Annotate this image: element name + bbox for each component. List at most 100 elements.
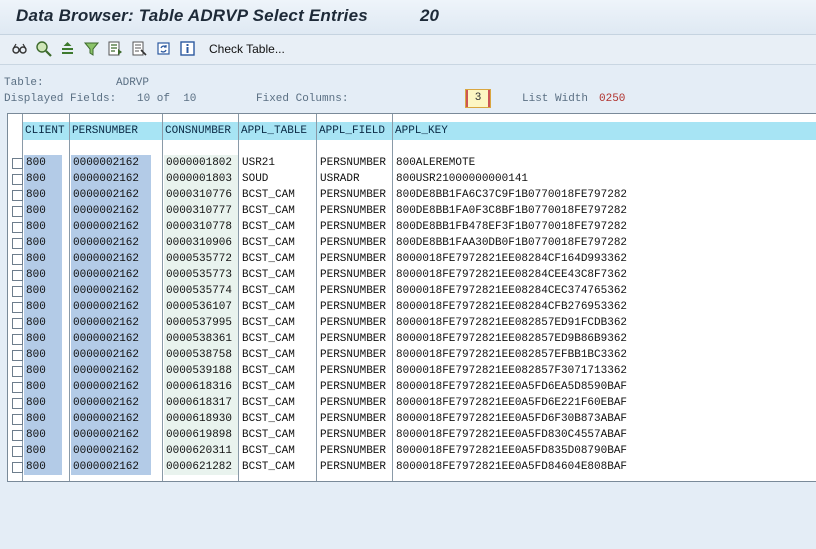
cell-appl-table[interactable]: BCST_CAM: [240, 363, 316, 379]
row-select-checkbox[interactable]: [12, 430, 23, 441]
cell-appl-key[interactable]: 8000018FE7972821EE0A5FD6E221F60EBAF: [394, 395, 816, 411]
cell-appl-table[interactable]: BCST_CAM: [240, 347, 316, 363]
cell-persnumber[interactable]: 0000002162: [71, 363, 151, 379]
cell-appl-field[interactable]: PERSNUMBER: [318, 219, 392, 235]
table-row[interactable]: 800 0000002162 0000310777 BCST_CAM PERSNUMBE…: [8, 203, 816, 219]
table-row[interactable]: 800 0000002162 0000310778 BCST_CAM PERSNUMBE…: [8, 219, 816, 235]
table-row[interactable]: 800 0000002162 0000620311 BCST_CAM PERSNUMBE…: [8, 443, 816, 459]
cell-client[interactable]: 800: [24, 347, 62, 363]
cell-client[interactable]: 800: [24, 427, 62, 443]
cell-client[interactable]: 800: [24, 219, 62, 235]
row-select-checkbox[interactable]: [12, 238, 23, 249]
cell-appl-field[interactable]: PERSNUMBER: [318, 283, 392, 299]
cell-consnumber[interactable]: 0000535774: [164, 283, 238, 299]
cell-appl-key[interactable]: 8000018FE7972821EE08284CF164D993362: [394, 251, 816, 267]
cell-appl-field[interactable]: PERSNUMBER: [318, 411, 392, 427]
row-select-checkbox[interactable]: [12, 222, 23, 233]
cell-consnumber[interactable]: 0000618317: [164, 395, 238, 411]
cell-appl-field[interactable]: PERSNUMBER: [318, 459, 392, 475]
cell-appl-field[interactable]: PERSNUMBER: [318, 427, 392, 443]
cell-appl-key[interactable]: 800DE8BB1FAA30DB0F1B0770018FE797282: [394, 235, 816, 251]
cell-persnumber[interactable]: 0000002162: [71, 331, 151, 347]
column-header-persnumber[interactable]: PERSNUMBER: [70, 122, 162, 140]
info-icon[interactable]: [179, 40, 196, 57]
cell-appl-key[interactable]: 8000018FE7972821EE082857EFBB1BC3362: [394, 347, 816, 363]
table-row[interactable]: 800 0000002162 0000618930 BCST_CAM PERSNUMBE…: [8, 411, 816, 427]
change-layout-icon[interactable]: [131, 40, 148, 57]
row-select-checkbox[interactable]: [12, 334, 23, 345]
cell-appl-field[interactable]: PERSNUMBER: [318, 203, 392, 219]
cell-persnumber[interactable]: 0000002162: [71, 203, 151, 219]
row-select-checkbox[interactable]: [12, 286, 23, 297]
cell-consnumber[interactable]: 0000310776: [164, 187, 238, 203]
cell-consnumber[interactable]: 0000310777: [164, 203, 238, 219]
table-row[interactable]: 800 0000002162 0000001803 SOUD USRADR 800USR2…: [8, 171, 816, 187]
cell-appl-field[interactable]: PERSNUMBER: [318, 315, 392, 331]
table-row[interactable]: 800 0000002162 0000310906 BCST_CAM PERSNUMBE…: [8, 235, 816, 251]
table-row[interactable]: 800 0000002162 0000539188 BCST_CAM PERSNUMBE…: [8, 363, 816, 379]
cell-appl-field[interactable]: PERSNUMBER: [318, 363, 392, 379]
cell-appl-key[interactable]: 800DE8BB1FA6C37C9F1B0770018FE797282: [394, 187, 816, 203]
table-row[interactable]: 800 0000002162 0000618316 BCST_CAM PERSNUMBE…: [8, 379, 816, 395]
cell-appl-field[interactable]: PERSNUMBER: [318, 443, 392, 459]
cell-consnumber[interactable]: 0000618930: [164, 411, 238, 427]
cell-client[interactable]: 800: [24, 395, 62, 411]
cell-persnumber[interactable]: 0000002162: [71, 459, 151, 475]
glasses-icon[interactable]: [11, 40, 28, 57]
table-row[interactable]: 800 0000002162 0000619898 BCST_CAM PERSNUMBE…: [8, 427, 816, 443]
cell-appl-table[interactable]: USR21: [240, 155, 316, 171]
cell-consnumber[interactable]: 0000001802: [164, 155, 238, 171]
cell-persnumber[interactable]: 0000002162: [71, 411, 151, 427]
row-select-checkbox[interactable]: [12, 270, 23, 281]
cell-persnumber[interactable]: 0000002162: [71, 187, 151, 203]
cell-appl-key[interactable]: 8000018FE7972821EE08284CEE43C8F7362: [394, 267, 816, 283]
cell-appl-field[interactable]: PERSNUMBER: [318, 267, 392, 283]
table-row[interactable]: 800 0000002162 0000538361 BCST_CAM PERSNUMBE…: [8, 331, 816, 347]
row-select-checkbox[interactable]: [12, 446, 23, 457]
cell-appl-table[interactable]: BCST_CAM: [240, 459, 316, 475]
cell-persnumber[interactable]: 0000002162: [71, 299, 151, 315]
cell-appl-table[interactable]: BCST_CAM: [240, 427, 316, 443]
cell-client[interactable]: 800: [24, 155, 62, 171]
cell-consnumber[interactable]: 0000538758: [164, 347, 238, 363]
row-select-checkbox[interactable]: [12, 190, 23, 201]
table-row[interactable]: 800 0000002162 0000535774 BCST_CAM PERSNUMBE…: [8, 283, 816, 299]
cell-appl-key[interactable]: 8000018FE7972821EE0A5FD835D08790BAF: [394, 443, 816, 459]
column-header-consnumber[interactable]: CONSNUMBER: [163, 122, 238, 140]
cell-appl-field[interactable]: PERSNUMBER: [318, 155, 392, 171]
table-row[interactable]: 800 0000002162 0000618317 BCST_CAM PERSNUMBE…: [8, 395, 816, 411]
cell-appl-field[interactable]: PERSNUMBER: [318, 251, 392, 267]
cell-client[interactable]: 800: [24, 267, 62, 283]
cell-client[interactable]: 800: [24, 443, 62, 459]
table-row[interactable]: 800 0000002162 0000621282 BCST_CAM PERSNUMBE…: [8, 459, 816, 475]
cell-persnumber[interactable]: 0000002162: [71, 251, 151, 267]
cell-appl-table[interactable]: BCST_CAM: [240, 203, 316, 219]
detail-view-icon[interactable]: [107, 40, 124, 57]
cell-client[interactable]: 800: [24, 411, 62, 427]
cell-client[interactable]: 800: [24, 315, 62, 331]
row-select-checkbox[interactable]: [12, 174, 23, 185]
cell-appl-key[interactable]: 8000018FE7972821EE08284CFB276953362: [394, 299, 816, 315]
cell-consnumber[interactable]: 0000618316: [164, 379, 238, 395]
cell-client[interactable]: 800: [24, 235, 62, 251]
check-table-button[interactable]: Check Table...: [209, 42, 285, 56]
cell-persnumber[interactable]: 0000002162: [71, 155, 151, 171]
cell-appl-table[interactable]: BCST_CAM: [240, 331, 316, 347]
cell-appl-table[interactable]: BCST_CAM: [240, 443, 316, 459]
cell-appl-key[interactable]: 800ALEREMOTE: [394, 155, 816, 171]
row-select-checkbox[interactable]: [12, 318, 23, 329]
cell-consnumber[interactable]: 0000539188: [164, 363, 238, 379]
cell-appl-field[interactable]: PERSNUMBER: [318, 331, 392, 347]
cell-consnumber[interactable]: 0000310778: [164, 219, 238, 235]
cell-appl-table[interactable]: BCST_CAM: [240, 299, 316, 315]
cell-appl-table[interactable]: BCST_CAM: [240, 187, 316, 203]
cell-appl-field[interactable]: USRADR: [318, 171, 392, 187]
cell-persnumber[interactable]: 0000002162: [71, 347, 151, 363]
table-row[interactable]: 800 0000002162 0000537995 BCST_CAM PERSNUMBE…: [8, 315, 816, 331]
table-row[interactable]: 800 0000002162 0000536107 BCST_CAM PERSNUMBE…: [8, 299, 816, 315]
column-header-client[interactable]: CLIENT: [23, 122, 69, 140]
sort-ascending-icon[interactable]: [59, 40, 76, 57]
cell-appl-key[interactable]: 8000018FE7972821EE0A5FD6F30B873ABAF: [394, 411, 816, 427]
cell-appl-key[interactable]: 8000018FE7972821EE082857ED9B86B9362: [394, 331, 816, 347]
cell-client[interactable]: 800: [24, 251, 62, 267]
